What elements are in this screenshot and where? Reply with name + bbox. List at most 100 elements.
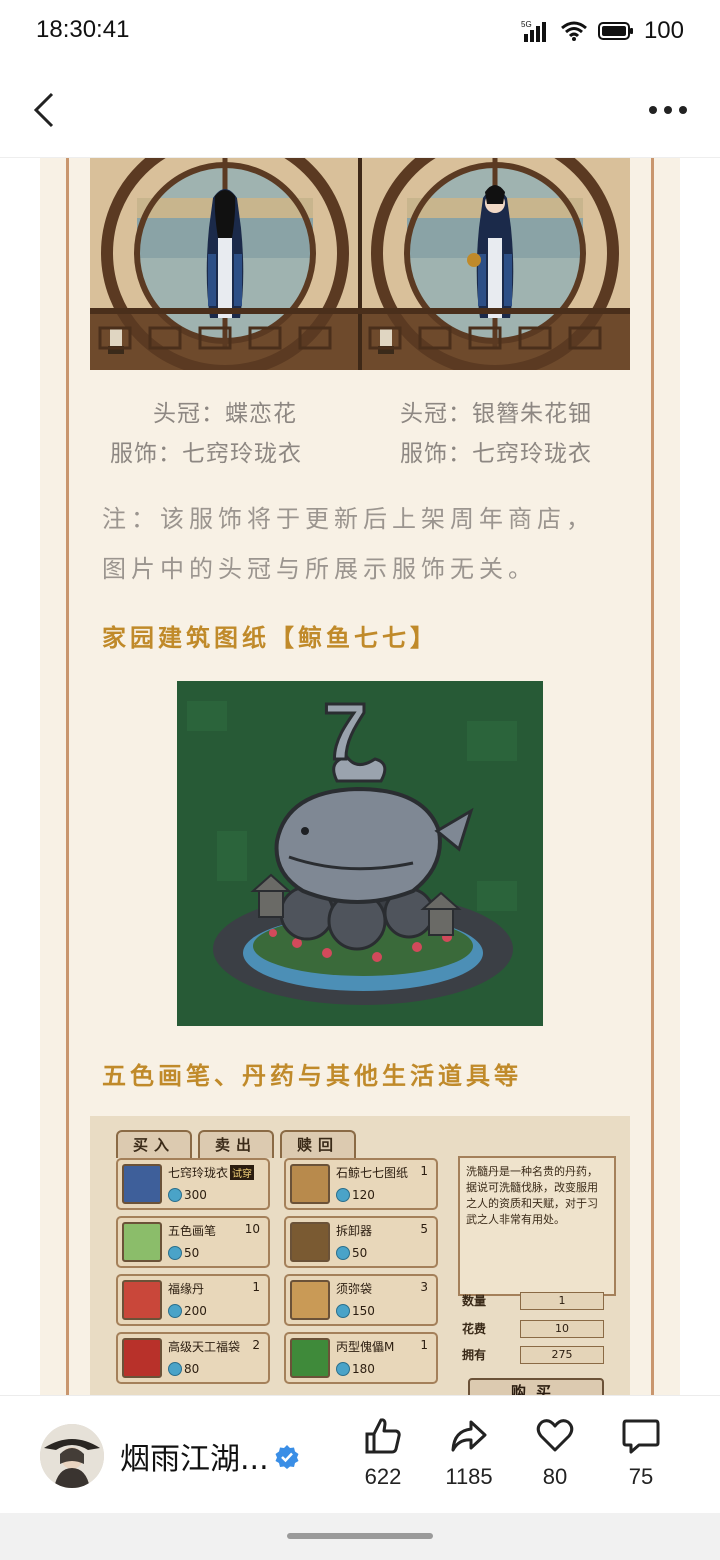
comment-button[interactable]: 75 — [601, 1416, 681, 1496]
shop-own-label: 拥有 — [462, 1348, 487, 1362]
shop-item-qty: 10 — [244, 1222, 260, 1236]
coin-icon — [336, 1188, 350, 1202]
try-on-badge: 试穿 — [230, 1165, 255, 1180]
back-button[interactable] — [22, 86, 66, 134]
battery-icon — [597, 22, 633, 40]
author-name[interactable]: 烟雨江湖... — [120, 1434, 269, 1478]
shop-item-name: 拆卸器 — [336, 1224, 373, 1238]
shop-item: 五色画笔 10 50 — [116, 1216, 270, 1268]
shop-item-thumb — [290, 1280, 330, 1320]
shop-cost-label: 花费 — [462, 1322, 487, 1336]
shop-item-price: 300 — [184, 1188, 207, 1202]
shop-item-thumb — [290, 1338, 330, 1378]
coin-icon — [336, 1362, 350, 1376]
whale-number-label: 7 — [323, 687, 368, 776]
shop-item-thumb — [290, 1222, 330, 1262]
coin-icon — [168, 1304, 182, 1318]
shop-buy-button: 购买 — [468, 1378, 604, 1395]
caption-row-crowns: 头冠：蝶恋花 头冠：银簪朱花钿 — [90, 394, 630, 428]
shop-item: 石鲸七七图纸 1 120 — [284, 1158, 438, 1210]
shop-cost-value: 10 — [520, 1320, 604, 1338]
section-title-items: 五色画笔、丹药与其他生活道具等 — [102, 1062, 522, 1090]
shop-item-name: 高级天工福袋 — [168, 1340, 241, 1354]
shop-item-name: 石鲸七七图纸 — [336, 1166, 409, 1180]
chevron-left-icon — [33, 92, 54, 128]
shop-item-name: 五色画笔 — [168, 1224, 217, 1238]
shop-quantity-value: 1 — [520, 1292, 604, 1310]
like-count: 622 — [364, 1464, 402, 1489]
shop-item-name: 七窍玲珑衣 试穿 — [168, 1165, 255, 1180]
shop-item-price: 80 — [184, 1362, 200, 1376]
shop-item-qty: 3 — [420, 1280, 428, 1294]
shop-item-price: 120 — [352, 1188, 375, 1202]
verified-badge-icon — [275, 1445, 299, 1469]
shop-item-description: 洗髓丹是一种名贵的丹药，据说可洗髓伐脉，改变服用之人的资质和天赋，对于习武之人非… — [458, 1156, 616, 1296]
cellular-signal-icon: 5G — [521, 20, 546, 42]
caption-row-outfits: 服饰：七窍玲珑衣 服饰：七窍玲珑衣 — [90, 434, 630, 468]
coin-icon — [168, 1362, 182, 1376]
shop-item-price: 200 — [184, 1304, 207, 1318]
shop-item-name: 丙型傀儡M — [336, 1340, 395, 1354]
shop-item: 高级天工福袋 2 80 — [116, 1332, 270, 1384]
like-button[interactable]: 622 — [343, 1416, 423, 1496]
share-count: 1185 — [445, 1464, 493, 1489]
frame-line-left — [66, 158, 69, 1395]
shop-item-thumb — [122, 1164, 162, 1204]
bottom-action-bar: 烟雨江湖... 622 1185 80 75 — [0, 1395, 720, 1513]
shop-item-qty: 5 — [420, 1222, 428, 1236]
coin-icon — [168, 1188, 182, 1202]
home-indicator[interactable] — [287, 1533, 433, 1539]
shop-item-name: 福缘丹 — [168, 1282, 205, 1296]
shop-item-qty: 1 — [420, 1338, 428, 1352]
shop-item-thumb — [122, 1280, 162, 1320]
network-type-label: 5G — [521, 20, 532, 29]
shop-item-qty: 2 — [252, 1338, 260, 1352]
favorite-button[interactable]: 80 — [515, 1416, 595, 1496]
thumbs-up-icon — [365, 1418, 401, 1454]
shop-tab-redeem: 赎回 — [280, 1130, 356, 1158]
shop-item-qty: 1 — [420, 1164, 428, 1178]
shop-item-price: 50 — [352, 1246, 368, 1260]
shop-tab-sell: 卖出 — [198, 1130, 274, 1158]
whale-statue-image: 7 — [177, 681, 543, 1026]
caption-right-crown: 头冠：银簪朱花钿 — [400, 401, 592, 427]
comment-bubble-icon — [622, 1419, 660, 1454]
frame-line-right — [651, 158, 654, 1395]
shop-item: 拆卸器 5 50 — [284, 1216, 438, 1268]
outfit-preview-image — [90, 158, 630, 370]
shop-quantity-label: 数量 — [462, 1294, 487, 1308]
shop-screenshot-image: 买入 卖出 赎回 七窍玲珑衣 试穿 300 五色画笔 10 50 福缘丹 1 2… — [90, 1116, 630, 1395]
share-button[interactable]: 1185 — [429, 1416, 509, 1496]
shop-item: 福缘丹 1 200 — [116, 1274, 270, 1326]
favorite-count: 80 — [542, 1464, 568, 1489]
article-content[interactable]: 头冠：蝶恋花 头冠：银簪朱花钿 服饰：七窍玲珑衣 服饰：七窍玲珑衣 注：该服饰将… — [0, 158, 720, 1395]
shop-item-thumb — [122, 1222, 162, 1262]
nav-bar — [0, 62, 720, 158]
parchment-background: 头冠：蝶恋花 头冠：银簪朱花钿 服饰：七窍玲珑衣 服饰：七窍玲珑衣 注：该服饰将… — [40, 158, 680, 1395]
shop-item-thumb — [290, 1164, 330, 1204]
coin-icon — [336, 1246, 350, 1260]
status-bar: 18:30:41 5G 100 — [0, 0, 720, 62]
author-avatar[interactable] — [40, 1424, 104, 1488]
heart-icon — [536, 1419, 574, 1452]
more-button[interactable] — [646, 92, 690, 128]
shop-own-value: 275 — [520, 1346, 604, 1364]
shop-item: 须弥袋 3 150 — [284, 1274, 438, 1326]
caption-left-crown: 头冠：蝶恋花 — [153, 401, 297, 427]
shop-tab-buy: 买入 — [116, 1130, 192, 1158]
battery-level: 100 — [643, 17, 684, 44]
shop-item-qty: 1 — [252, 1280, 260, 1294]
caption-left-outfit: 服饰：七窍玲珑衣 — [110, 441, 302, 467]
comment-count: 75 — [628, 1464, 654, 1489]
shop-item: 七窍玲珑衣 试穿 300 — [116, 1158, 270, 1210]
coin-icon — [336, 1304, 350, 1318]
more-horizontal-icon — [649, 106, 687, 114]
section-title-blueprint: 家园建筑图纸【鲸鱼七七】 — [102, 624, 438, 652]
coin-icon — [168, 1246, 182, 1260]
shop-item-name: 须弥袋 — [336, 1282, 373, 1296]
shop-item: 丙型傀儡M 1 180 — [284, 1332, 438, 1384]
shop-item-price: 50 — [184, 1246, 200, 1260]
status-icons: 5G 100 — [520, 16, 684, 46]
note-paragraph: 注：该服饰将于更新后上架周年商店，图片中的头冠与所展示服饰无关。 — [102, 505, 595, 583]
status-time: 18:30:41 — [36, 16, 130, 43]
